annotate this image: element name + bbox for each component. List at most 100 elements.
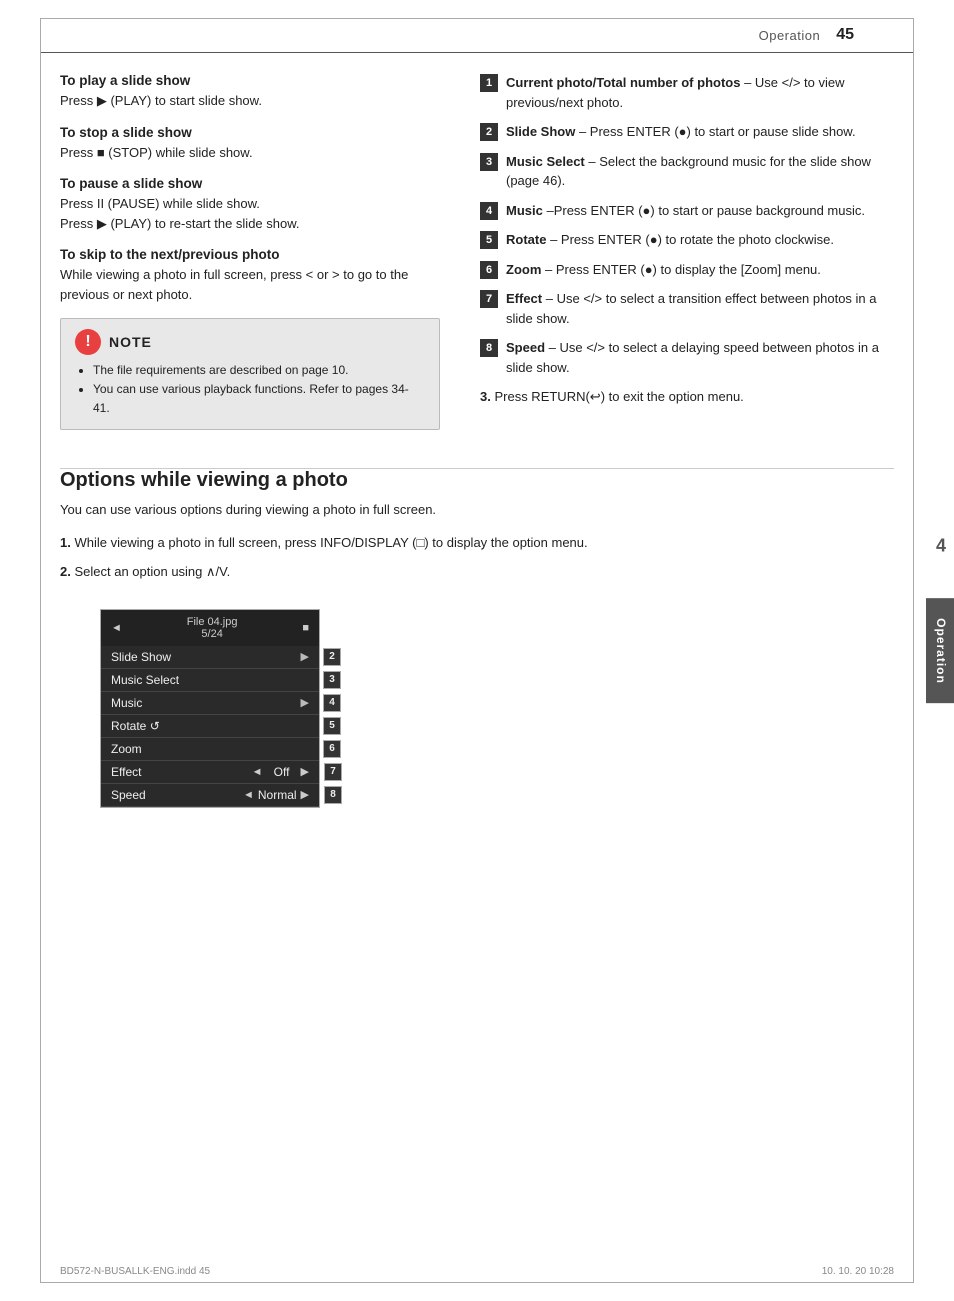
header-page: 45: [836, 26, 854, 44]
options-step1-text: While viewing a photo in full screen, pr…: [74, 535, 587, 550]
page-border-right: [913, 18, 914, 1283]
right-item-8-desc: – Use </> to select a delaying speed bet…: [506, 340, 879, 375]
right-step3: 3. Press RETURN(↩) to exit the option me…: [480, 387, 894, 407]
note-items: The file requirements are described on p…: [75, 361, 425, 419]
options-step2-num: 2.: [60, 564, 71, 579]
right-item-4-bold: Music: [506, 203, 543, 218]
menu-badge-8: 8: [324, 786, 342, 804]
menu-effect-label: Effect: [111, 765, 248, 779]
page-border-top: [40, 18, 914, 19]
right-step3-num: 3.: [480, 389, 491, 404]
right-item-7-desc: – Use </> to select a transition effect …: [506, 291, 877, 326]
right-item-2: 2 Slide Show – Press ENTER (●) to start …: [480, 122, 894, 142]
menu-fraction: 5/24: [187, 628, 238, 640]
num-badge-2: 2: [480, 123, 498, 141]
footer-left: BD572-N-BUSALLK-ENG.indd 45: [60, 1266, 210, 1277]
menu-slideshow-label: Slide Show: [111, 650, 301, 664]
right-item-8-text: Speed – Use </> to select a delaying spe…: [506, 338, 894, 377]
menu-header-left: ◄: [111, 622, 122, 634]
right-item-6-text: Zoom – Press ENTER (●) to display the [Z…: [506, 260, 821, 280]
right-item-5-desc: – Press ENTER (●) to rotate the photo cl…: [550, 232, 834, 247]
header-title: Operation: [759, 28, 821, 43]
menu-row-zoom: Zoom 6: [101, 738, 319, 761]
right-item-4-desc: –Press ENTER (●) to start or pause backg…: [546, 203, 865, 218]
page-border-left: [40, 18, 41, 1283]
menu-header-center: File 04.jpg 5/24: [187, 616, 238, 640]
right-item-7-text: Effect – Use </> to select a transition …: [506, 289, 894, 328]
side-number: 4: [936, 536, 946, 557]
note-header: ! NOTE: [75, 329, 425, 355]
num-badge-8: 8: [480, 339, 498, 357]
menu-row-rotate: Rotate ↺ 5: [101, 715, 319, 738]
num-badge-3: 3: [480, 153, 498, 171]
menu-musicselect-label: Music Select: [111, 673, 309, 687]
note-label: NOTE: [109, 334, 152, 350]
menu-music-icon: ▶: [301, 696, 309, 709]
left-column: To play a slide show Press ▶ (PLAY) to s…: [60, 73, 440, 448]
right-item-3: 3 Music Select – Select the background m…: [480, 152, 894, 191]
section-play-body: Press ▶ (PLAY) to start slide show.: [60, 91, 440, 111]
num-badge-4: 4: [480, 202, 498, 220]
menu-effect-left-arrow: ◄: [252, 766, 263, 778]
menu-badge-7: 7: [324, 763, 342, 781]
menu-badge-2: 2: [323, 648, 341, 666]
options-title: Options while viewing a photo: [60, 469, 894, 492]
menu-music-label: Music: [111, 696, 301, 710]
section-stop-body: Press ■ (STOP) while slide show.: [60, 143, 440, 163]
right-item-5-bold: Rotate: [506, 232, 546, 247]
pause-body2: Press ▶ (PLAY) to re-start the slide sho…: [60, 216, 300, 231]
right-item-7: 7 Effect – Use </> to select a transitio…: [480, 289, 894, 328]
right-item-2-text: Slide Show – Press ENTER (●) to start or…: [506, 122, 856, 142]
menu-zoom-label: Zoom: [111, 742, 309, 756]
menu-row-musicselect: Music Select 3: [101, 669, 319, 692]
menu-header-right: ■: [302, 622, 309, 634]
right-item-4: 4 Music –Press ENTER (●) to start or pau…: [480, 201, 894, 221]
menu-effect-right-arrow: ▶: [301, 765, 309, 778]
options-step2-text: Select an option using ∧/V.: [74, 564, 230, 579]
num-badge-1: 1: [480, 74, 498, 92]
menu-badge-6: 6: [323, 740, 341, 758]
section-pause-title: To pause a slide show: [60, 176, 440, 191]
options-intro: You can use various options during viewi…: [60, 500, 894, 520]
section-skip-title: To skip to the next/previous photo: [60, 247, 440, 262]
menu-mockup: ◄ File 04.jpg 5/24 ■ Slide Show ▶ 2 Musi…: [100, 609, 320, 808]
menu-badge-3: 3: [323, 671, 341, 689]
note-box: ! NOTE The file requirements are describ…: [60, 318, 440, 430]
note-icon: !: [75, 329, 101, 355]
right-item-7-bold: Effect: [506, 291, 542, 306]
right-item-3-bold: Music Select: [506, 154, 585, 169]
right-item-2-desc: – Press ENTER (●) to start or pause slid…: [579, 124, 856, 139]
options-step1-num: 1.: [60, 535, 71, 550]
right-column: 1 Current photo/Total number of photos –…: [470, 73, 894, 448]
menu-filename: File 04.jpg: [187, 616, 238, 628]
section-pause-body: Press II (PAUSE) while slide show. Press…: [60, 194, 440, 233]
right-item-6: 6 Zoom – Press ENTER (●) to display the …: [480, 260, 894, 280]
menu-speed-right-arrow: ▶: [301, 788, 309, 801]
menu-speed-left-arrow: ◄: [243, 789, 254, 801]
right-item-1-bold: Current photo/Total number of photos: [506, 75, 740, 90]
right-item-4-text: Music –Press ENTER (●) to start or pause…: [506, 201, 865, 221]
side-tab: Operation: [926, 598, 954, 704]
page-header: Operation 45: [40, 0, 914, 53]
options-step2: 2. Select an option using ∧/V.: [60, 562, 894, 583]
menu-badge-5: 5: [323, 717, 341, 735]
menu-mockup-wrapper: ◄ File 04.jpg 5/24 ■ Slide Show ▶ 2 Musi…: [80, 599, 320, 818]
right-step3-text: Press RETURN(↩) to exit the option menu.: [494, 389, 743, 404]
right-item-1: 1 Current photo/Total number of photos –…: [480, 73, 894, 112]
side-tab-label: Operation: [934, 618, 948, 684]
num-badge-5: 5: [480, 231, 498, 249]
menu-effect-val: Off: [267, 765, 297, 779]
main-content: To play a slide show Press ▶ (PLAY) to s…: [0, 53, 954, 468]
menu-row-music: Music ▶ 4: [101, 692, 319, 715]
num-badge-7: 7: [480, 290, 498, 308]
menu-row-speed: Speed ◄ Normal ▶ 8: [101, 784, 319, 807]
menu-badge-4: 4: [323, 694, 341, 712]
right-item-5-text: Rotate – Press ENTER (●) to rotate the p…: [506, 230, 834, 250]
note-item-1: The file requirements are described on p…: [93, 361, 425, 380]
right-item-3-text: Music Select – Select the background mus…: [506, 152, 894, 191]
right-item-8: 8 Speed – Use </> to select a delaying s…: [480, 338, 894, 377]
right-item-6-desc: – Press ENTER (●) to display the [Zoom] …: [545, 262, 821, 277]
pause-body1: Press II (PAUSE) while slide show.: [60, 196, 260, 211]
menu-slideshow-icon: ▶: [301, 650, 309, 663]
menu-speed-val: Normal: [258, 788, 297, 802]
